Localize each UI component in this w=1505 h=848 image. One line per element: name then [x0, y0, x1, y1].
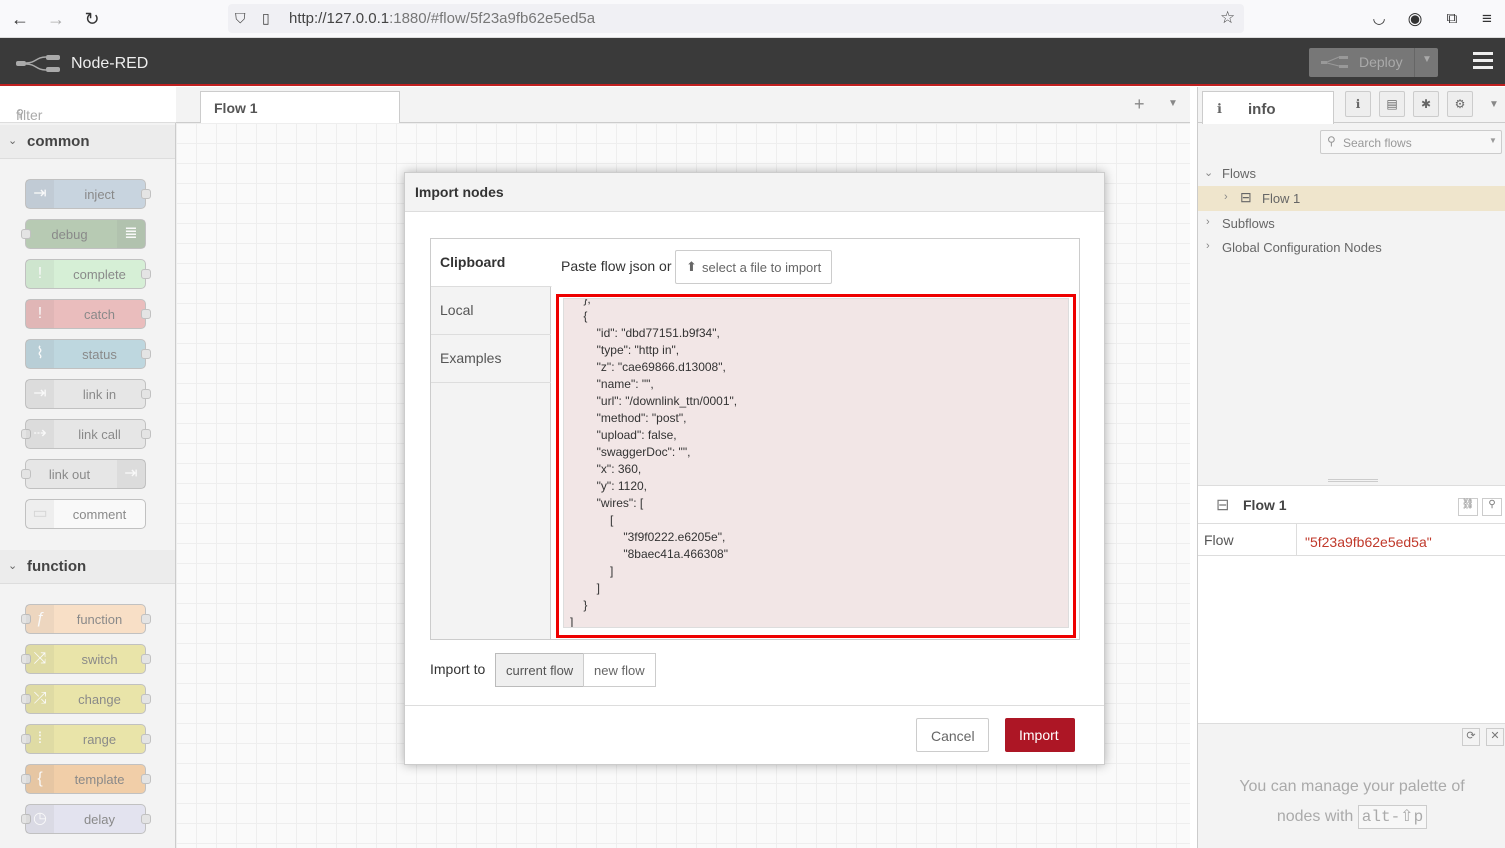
- forward-arrow-icon[interactable]: →: [45, 8, 67, 30]
- deploy-icon: [1321, 56, 1348, 68]
- main-menu-icon[interactable]: [1473, 52, 1493, 70]
- browser-toolbar: ← → ↻ ⛉ ▯ http://127.0.0.1:1880/#flow/5f…: [0, 0, 1505, 38]
- import-current-flow-button[interactable]: current flow: [495, 653, 584, 687]
- json-textarea[interactable]: }, { "id": "dbd77151.b9f34", "type": "ht…: [563, 298, 1069, 628]
- dialog-titlebar: Import nodes: [405, 173, 1104, 212]
- upload-icon: ⬆: [686, 259, 697, 274]
- paste-label: Paste flow json or: [561, 258, 672, 274]
- tab-clipboard[interactable]: Clipboard: [431, 239, 552, 287]
- import-new-flow-button[interactable]: new flow: [583, 653, 656, 687]
- json-highlight-box: }, { "id": "dbd77151.b9f34", "type": "ht…: [556, 294, 1076, 638]
- bookmark-star-icon[interactable]: ☆: [1220, 8, 1235, 28]
- page-icon: ▯: [262, 10, 270, 26]
- cancel-button[interactable]: Cancel: [916, 718, 989, 752]
- shield-icon: ⛉: [235, 10, 246, 26]
- app-title: Node-RED: [71, 55, 149, 72]
- import-source-tabs: Clipboard Local Examples: [431, 239, 552, 639]
- select-file-button[interactable]: ⬆ select a file to import: [675, 250, 832, 284]
- back-arrow-icon[interactable]: ←: [9, 8, 31, 30]
- import-panel: Clipboard Local Examples Paste flow json…: [430, 238, 1080, 640]
- tab-local[interactable]: Local: [431, 287, 551, 335]
- dialog-title: Import nodes: [415, 184, 504, 200]
- deploy-dropdown-icon[interactable]: ▼: [1422, 54, 1432, 65]
- deploy-button[interactable]: Deploy ▼: [1309, 48, 1438, 77]
- address-bar[interactable]: ⛉ ▯ http://127.0.0.1:1880/#flow/5f23a9fb…: [228, 4, 1244, 33]
- import-to-label: Import to: [430, 661, 486, 677]
- deploy-divider: [1414, 48, 1415, 77]
- import-button[interactable]: Import: [1005, 718, 1075, 752]
- url-text: http://127.0.0.1:1880/#flow/5f23a9fb62e5…: [289, 10, 596, 27]
- reload-icon[interactable]: ↻: [81, 8, 103, 30]
- dialog-footer: Cancel Import: [405, 705, 1104, 764]
- node-red-logo-icon: [16, 55, 60, 72]
- pocket-icon[interactable]: ◡: [1368, 8, 1390, 30]
- browser-menu-icon[interactable]: ≡: [1476, 8, 1498, 30]
- account-icon[interactable]: ◉: [1404, 8, 1426, 30]
- extensions-icon[interactable]: ⧉: [1441, 8, 1463, 30]
- deploy-label: Deploy: [1359, 54, 1403, 70]
- tab-examples[interactable]: Examples: [431, 335, 551, 383]
- app-header: Node-RED Deploy ▼: [0, 38, 1505, 86]
- json-text: }, { "id": "dbd77151.b9f34", "type": "ht…: [570, 298, 738, 628]
- import-dialog: Import nodes Clipboard Local Examples Pa…: [404, 172, 1105, 765]
